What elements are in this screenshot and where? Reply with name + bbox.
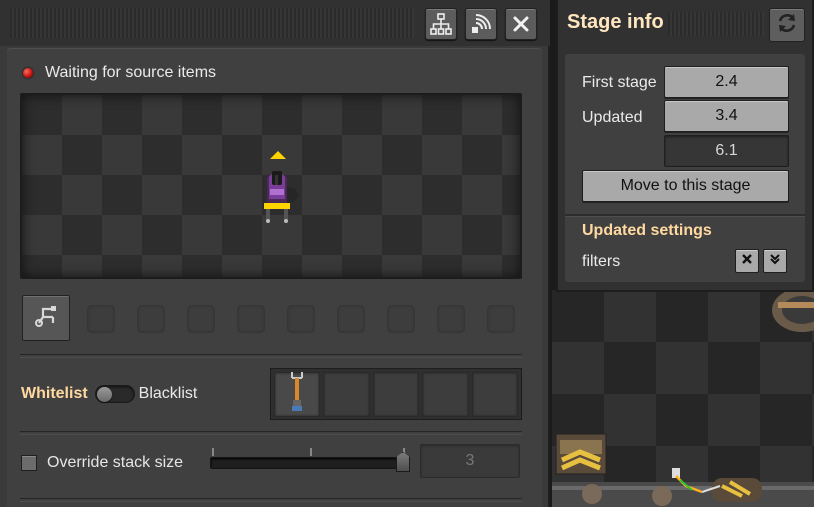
current-stage-display: 6.1 — [664, 135, 789, 167]
circuit-slot — [437, 305, 465, 333]
circuit-network-button[interactable] — [22, 295, 70, 341]
preview-vignette — [22, 95, 520, 277]
filter-slot[interactable] — [323, 372, 370, 417]
drag-handle[interactable] — [10, 8, 414, 38]
circuit-slot — [337, 305, 365, 333]
stage-info-content: First stage 2.4 Updated 3.4 6.1 Move to … — [565, 54, 805, 282]
status-indicator-icon — [23, 68, 33, 78]
filter-inserter-window: Waiting for source items Whitelist Black… — [0, 0, 550, 507]
filter-mode-row: Whitelist Blacklist — [21, 381, 197, 407]
first-stage-label: First stage — [582, 74, 657, 91]
status-row: Waiting for source items — [23, 62, 216, 84]
switch-knob — [96, 387, 112, 402]
drag-handle[interactable] — [668, 12, 764, 36]
circuit-signal-button[interactable] — [465, 8, 497, 40]
whitelist-label[interactable]: Whitelist — [21, 385, 88, 403]
filter-slot-table — [270, 368, 522, 420]
updated-settings-title: Updated settings — [582, 222, 712, 239]
override-stack-checkbox[interactable] — [21, 455, 37, 471]
blueprint-button[interactable] — [425, 8, 457, 40]
setting-name-filters: filters — [582, 253, 621, 270]
divider — [565, 214, 805, 217]
override-stack-row: Override stack size — [21, 451, 183, 475]
circuit-slot — [387, 305, 415, 333]
world-entities — [552, 290, 814, 507]
divider — [20, 354, 522, 358]
status-text: Waiting for source items — [45, 64, 217, 81]
filter-slot[interactable] — [274, 370, 321, 419]
updated-label: Updated — [582, 109, 643, 126]
filter-slot[interactable] — [372, 372, 420, 417]
filter-mode-switch[interactable] — [94, 385, 135, 403]
filter-slot[interactable] — [422, 372, 469, 417]
first-stage-button[interactable]: 2.4 — [664, 66, 789, 98]
apply-setting-button[interactable] — [763, 249, 787, 273]
circuit-network-icon — [33, 303, 59, 334]
circuit-slot — [137, 305, 165, 333]
inserter-item-icon — [286, 370, 308, 419]
slider-tick — [310, 448, 312, 456]
close-button[interactable] — [505, 8, 537, 40]
circuit-slot — [287, 305, 315, 333]
override-stack-label[interactable]: Override stack size — [47, 454, 183, 472]
circuit-slot — [237, 305, 265, 333]
close-icon — [512, 15, 530, 33]
inserter-content-panel: Waiting for source items Whitelist Black… — [7, 48, 542, 507]
divider — [20, 431, 522, 435]
stack-size-slider[interactable] — [210, 457, 408, 469]
move-to-stage-button[interactable]: Move to this stage — [582, 170, 789, 202]
divider — [20, 498, 522, 502]
blacklist-label[interactable]: Blacklist — [139, 385, 198, 403]
circuit-slot — [87, 305, 115, 333]
entity-preview[interactable] — [20, 93, 522, 279]
chevron-down-double-icon — [769, 252, 781, 270]
stage-info-title: Stage info — [567, 11, 664, 33]
hierarchy-icon — [430, 13, 452, 35]
filter-slot[interactable] — [471, 372, 519, 417]
stage-info-window: Stage info First stage 2.4 Updated 3.4 6… — [556, 0, 814, 292]
refresh-icon — [776, 12, 798, 39]
circuit-slot — [187, 305, 215, 333]
stack-size-input[interactable]: 3 — [420, 444, 520, 478]
slider-tick — [212, 448, 214, 456]
chest-bottom-left — [555, 433, 607, 475]
circuit-slot — [487, 305, 515, 333]
window-titlebar[interactable] — [0, 0, 550, 46]
slider-handle[interactable] — [396, 452, 410, 472]
refresh-button[interactable] — [769, 8, 805, 42]
updated-stage-button[interactable]: 3.4 — [664, 100, 789, 132]
reset-setting-button[interactable] — [735, 249, 759, 273]
close-icon — [741, 252, 753, 270]
radio-signal-icon — [470, 13, 492, 35]
machine-top-right — [772, 290, 814, 332]
world-view[interactable] — [552, 290, 814, 507]
